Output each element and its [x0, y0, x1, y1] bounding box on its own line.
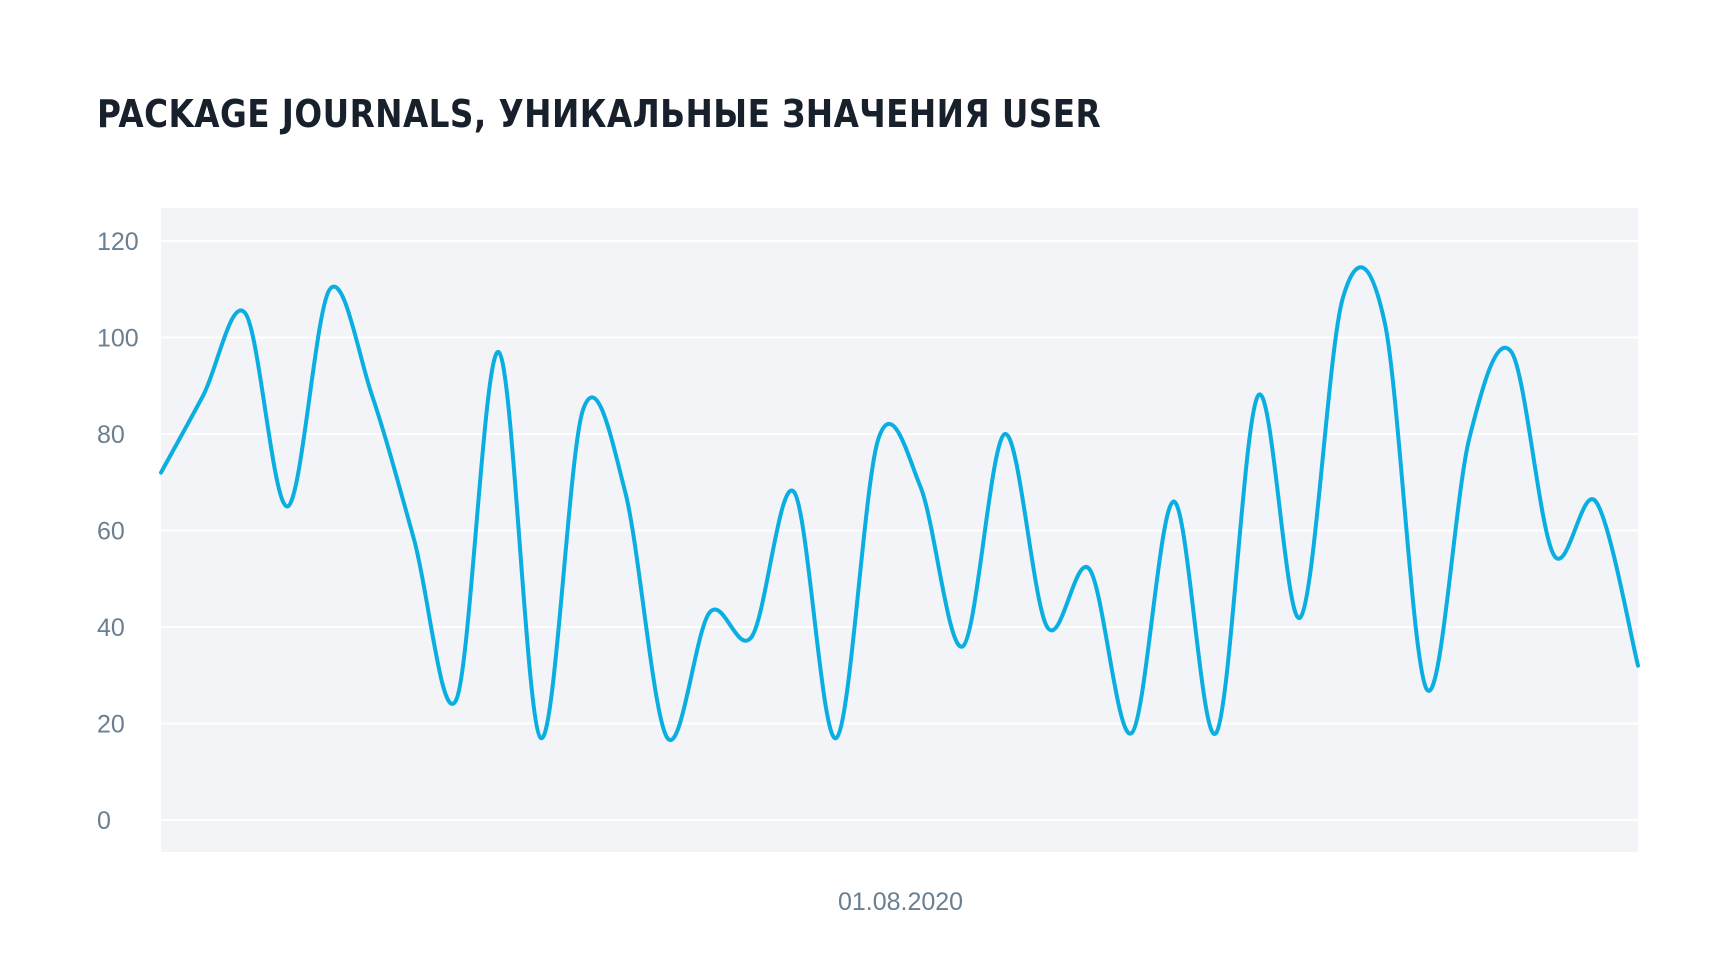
data-point-15	[787, 485, 801, 499]
data-point-0	[154, 466, 168, 480]
data-point-18	[914, 480, 928, 494]
data-point-12	[660, 731, 674, 745]
data-point-16	[829, 731, 843, 745]
data-point-6	[407, 533, 421, 547]
data-point-27	[1293, 610, 1307, 624]
data-point-29	[1378, 316, 1392, 330]
data-point-3	[281, 499, 295, 513]
y-tick-label: 40	[97, 614, 125, 642]
data-point-11	[618, 485, 632, 499]
data-point-25	[1209, 726, 1223, 740]
data-point-4	[323, 282, 337, 296]
y-tick-label: 0	[97, 807, 111, 835]
data-point-26	[1251, 388, 1265, 402]
data-point-20	[998, 427, 1012, 441]
y-tick-label: 20	[97, 711, 125, 739]
data-point-23	[1125, 726, 1139, 740]
data-point-10	[576, 403, 590, 417]
y-tick-label: 60	[97, 518, 125, 546]
x-axis: 01.08.2020	[838, 888, 963, 916]
data-point-2	[238, 306, 252, 320]
y-tick-label: 120	[97, 228, 139, 256]
y-tick-label: 80	[97, 421, 125, 449]
y-axis: 0 20 40 60 80 100 120	[97, 228, 139, 835]
data-point-24	[1167, 495, 1181, 509]
chart-page: PACKAGE JOURNALS, УНИКАЛЬНЫЕ ЗНАЧЕНИЯ US…	[0, 0, 1726, 976]
data-point-13	[703, 606, 717, 620]
data-point-19	[956, 639, 970, 653]
data-point-22	[1082, 562, 1096, 576]
data-point-7	[449, 692, 463, 706]
data-point-8	[492, 345, 506, 359]
data-point-28	[1336, 292, 1350, 306]
data-point-30	[1420, 683, 1434, 697]
data-point-9	[534, 731, 548, 745]
data-point-1	[196, 388, 210, 402]
data-point-35	[1631, 659, 1645, 673]
data-point-33	[1547, 548, 1561, 562]
data-point-14	[745, 630, 759, 644]
y-tick-label: 100	[97, 325, 139, 353]
data-point-32	[1504, 345, 1518, 359]
data-point-21	[1040, 620, 1054, 634]
line-chart: 0 20 40 60 80 100 120 01.08.2020	[97, 208, 1645, 916]
data-point-31	[1462, 432, 1476, 446]
data-point-17	[871, 432, 885, 446]
data-point-5	[365, 388, 379, 402]
data-point-34	[1589, 495, 1603, 509]
x-tick-label: 01.08.2020	[838, 888, 963, 916]
